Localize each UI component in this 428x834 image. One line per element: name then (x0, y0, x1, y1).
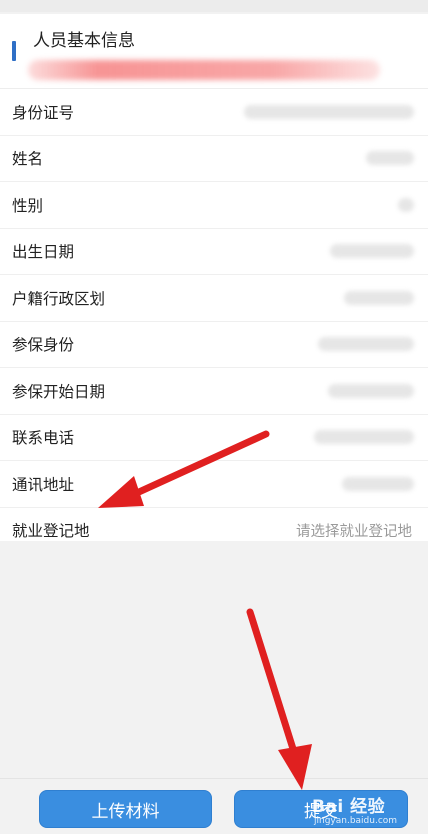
field-label: 联系电话 (12, 429, 75, 448)
watermark-main-text: Bai 经验 (312, 797, 386, 817)
field-value-redacted (398, 197, 414, 212)
field-label: 通讯地址 (12, 475, 75, 494)
field-row-gender[interactable]: 性别 (0, 182, 428, 229)
top-strip (0, 0, 428, 12)
section-title: 人员基本信息 (33, 31, 135, 51)
field-row-insured-status[interactable]: 参保身份 (0, 322, 428, 368)
employment-registration-select[interactable]: 请选择就业登记地 (296, 520, 412, 541)
field-row-employment-registration[interactable]: 就业登记地 请选择就业登记地 (0, 508, 428, 554)
field-label: 参保开始日期 (12, 382, 106, 401)
field-label: 参保身份 (12, 336, 75, 355)
field-value-redacted (314, 430, 414, 445)
field-value-redacted (328, 383, 414, 398)
field-value-redacted (318, 337, 414, 352)
upload-materials-button[interactable]: 上传材料 (39, 790, 212, 828)
baidu-watermark: Bai 经验 jingyan.baidu.com (312, 790, 428, 834)
field-row-insured-start-date[interactable]: 参保开始日期 (0, 368, 428, 415)
red-arrow-icon (246, 608, 312, 790)
field-label: 就业登记地 (12, 522, 90, 541)
field-row-name[interactable]: 姓名 (0, 136, 428, 182)
field-row-household-region[interactable]: 户籍行政区划 (0, 275, 428, 322)
field-row-phone[interactable]: 联系电话 (0, 415, 428, 461)
field-row-address[interactable]: 通讯地址 (0, 461, 428, 508)
redacted-notice (28, 60, 380, 80)
watermark-sub-text: jingyan.baidu.com (314, 816, 398, 826)
field-value-redacted (330, 244, 414, 259)
page: 人员基本信息 身份证号 姓名 性别 出生日期 户籍行政区划 参保身份 参保开始日… (0, 0, 428, 834)
field-value-redacted (344, 290, 414, 305)
field-row-birth-date[interactable]: 出生日期 (0, 229, 428, 275)
field-label: 出生日期 (12, 243, 75, 262)
field-value-redacted (366, 151, 414, 166)
field-label: 性别 (12, 196, 44, 215)
field-value-redacted (342, 476, 414, 491)
field-value-redacted (244, 104, 414, 119)
field-label: 身份证号 (12, 103, 75, 122)
field-row-id-number[interactable]: 身份证号 (0, 89, 428, 136)
field-label: 姓名 (12, 150, 44, 169)
field-label: 户籍行政区划 (12, 289, 106, 308)
basic-info-card: 人员基本信息 身份证号 姓名 性别 出生日期 户籍行政区划 参保身份 参保开始日… (0, 14, 428, 541)
section-accent-bar (12, 41, 16, 61)
section-header: 人员基本信息 (0, 14, 428, 89)
